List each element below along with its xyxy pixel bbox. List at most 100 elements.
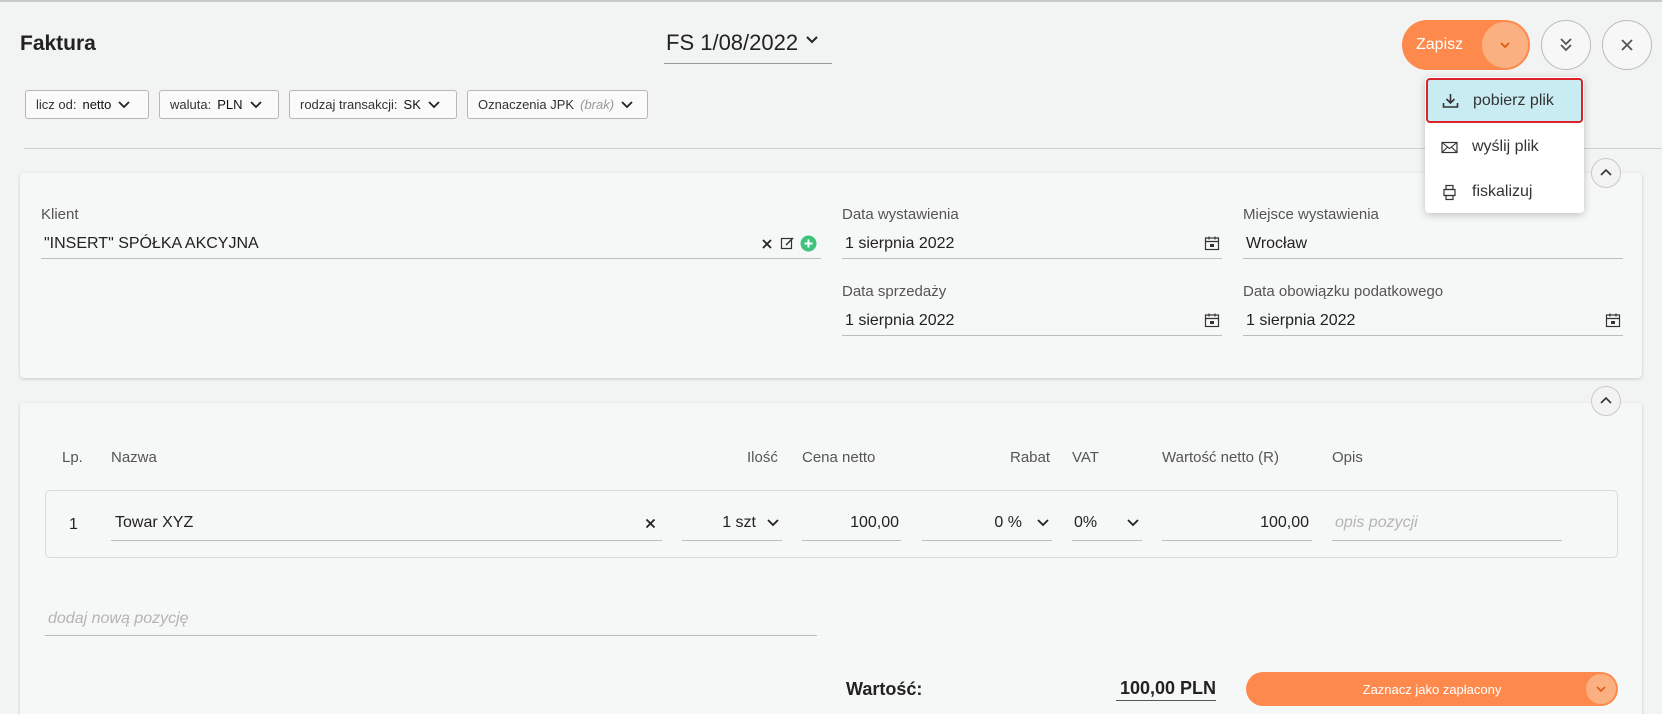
sale-date-label: Data sprzedaży <box>842 283 947 300</box>
issue-date-label: Data wystawienia <box>842 206 959 223</box>
filter-label: waluta: <box>170 97 212 112</box>
add-position-input[interactable]: dodaj nową pozycję <box>45 602 817 636</box>
vat-select[interactable]: 0% <box>1072 505 1142 541</box>
total-value: 100,00 PLN <box>1116 678 1216 701</box>
sale-date-field[interactable]: 1 sierpnia 2022 <box>842 306 1222 336</box>
calendar-icon[interactable] <box>1605 312 1621 328</box>
item-name-value: Towar XYZ <box>115 513 194 531</box>
tax-date-field[interactable]: 1 sierpnia 2022 <box>1243 306 1623 336</box>
quantity-unit-select[interactable]: 1 szt <box>682 505 782 541</box>
col-header-net-value: Wartość netto (R) <box>1162 449 1279 466</box>
col-header-lp: Lp. <box>62 449 83 466</box>
chevron-down-icon <box>806 36 818 44</box>
menu-item-label: wyślij plik <box>1472 138 1539 155</box>
client-label: Klient <box>41 206 79 223</box>
discount-value: 0 % <box>994 513 1022 531</box>
chevron-down-icon <box>621 100 633 108</box>
chevron-down-icon <box>1127 519 1139 527</box>
issue-place-label: Miejsce wystawienia <box>1243 206 1379 223</box>
mark-as-paid-options-toggle[interactable] <box>1586 674 1616 704</box>
filter-value: SK <box>403 97 421 112</box>
filter-calc-from[interactable]: licz od: netto <box>25 90 149 119</box>
col-header-vat: VAT <box>1072 449 1099 466</box>
save-button-label: Zapisz <box>1416 36 1464 53</box>
filter-label: Oznaczenia JPK <box>478 97 575 112</box>
download-icon <box>1442 94 1459 108</box>
mark-as-paid-button[interactable]: Zaznacz jako zapłacony <box>1246 672 1618 706</box>
menu-item-label: pobierz plik <box>1473 91 1554 109</box>
chevron-down-icon <box>1500 42 1510 49</box>
filter-value: PLN <box>217 97 243 112</box>
add-position-placeholder: dodaj nową pozycję <box>48 609 189 627</box>
col-header-price: Cena netto <box>802 449 876 466</box>
header-divider <box>24 148 1662 149</box>
menu-item-send-file[interactable]: wyślij plik <box>1425 126 1584 168</box>
calendar-icon[interactable] <box>1204 312 1220 328</box>
menu-item-label: fiskalizuj <box>1472 183 1533 200</box>
discount-select[interactable]: 0 % <box>922 505 1052 541</box>
sale-date-value: 1 sierpnia 2022 <box>845 311 955 329</box>
row-number: 1 <box>69 516 78 533</box>
filter-currency[interactable]: waluta: PLN <box>159 90 279 119</box>
save-options-menu: pobierz plik wyślij plik fiskalizuj <box>1425 77 1584 213</box>
client-dates-card <box>20 173 1642 378</box>
chevron-up-icon <box>1600 396 1612 404</box>
chevron-down-icon <box>1037 519 1049 527</box>
chevron-down-icon <box>118 100 131 108</box>
top-border <box>0 0 1662 2</box>
net-value-value: 100,00 <box>1260 513 1309 531</box>
close-icon <box>1621 39 1633 51</box>
envelope-icon <box>1441 141 1458 153</box>
col-header-description: Opis <box>1332 449 1363 466</box>
collapse-section-button[interactable] <box>1591 158 1621 188</box>
tax-date-value: 1 sierpnia 2022 <box>1246 311 1356 329</box>
page-title: Faktura <box>20 32 96 55</box>
filter-transaction-type[interactable]: rodzaj transakcji: SK <box>289 90 457 119</box>
menu-item-download-file[interactable]: pobierz plik <box>1426 78 1583 123</box>
document-number-select[interactable]: FS 1/08/2022 <box>664 30 832 64</box>
issue-date-value: 1 sierpnia 2022 <box>845 234 955 252</box>
filter-jpk-markings[interactable]: Oznaczenia JPK (brak) <box>467 90 648 119</box>
save-options-toggle[interactable] <box>1482 22 1528 68</box>
tax-date-label: Data obowiązku podatkowego <box>1243 283 1444 300</box>
double-chevron-down-icon <box>1560 38 1572 52</box>
printer-icon <box>1443 184 1456 200</box>
filter-label: licz od: <box>36 97 77 112</box>
chevron-down-icon <box>1596 686 1606 693</box>
net-price-value: 100,00 <box>850 513 899 531</box>
description-placeholder: opis pozycji <box>1335 513 1418 531</box>
close-button[interactable] <box>1602 20 1652 70</box>
chevron-up-icon <box>1600 168 1612 176</box>
filter-value: (brak) <box>580 97 615 112</box>
mark-as-paid-label: Zaznacz jako zapłacony <box>1362 681 1502 697</box>
item-description-input[interactable]: opis pozycji <box>1332 505 1562 541</box>
item-name-field[interactable]: Towar XYZ <box>111 505 662 541</box>
expand-all-button[interactable] <box>1541 20 1591 70</box>
client-value: "INSERT" SPÓŁKA AKCYJNA <box>44 234 259 252</box>
add-client-icon[interactable] <box>800 235 817 252</box>
col-header-discount: Rabat <box>1010 449 1051 466</box>
chevron-down-icon <box>428 100 440 108</box>
col-header-qty: Ilość <box>747 449 778 466</box>
col-header-name: Nazwa <box>111 449 157 466</box>
document-number-value: FS 1/08/2022 <box>666 30 799 55</box>
issue-place-field[interactable]: Wrocław <box>1243 229 1623 259</box>
quantity-value: 1 szt <box>722 513 756 531</box>
menu-item-fiscalize[interactable]: fiskalizuj <box>1425 171 1584 213</box>
filter-value: netto <box>82 97 112 112</box>
issue-place-value: Wrocław <box>1246 234 1308 252</box>
clear-icon[interactable] <box>761 238 773 250</box>
chevron-down-icon <box>767 519 779 527</box>
issue-date-field[interactable]: 1 sierpnia 2022 <box>842 229 1222 259</box>
collapse-section-button[interactable] <box>1591 386 1621 416</box>
net-value-field[interactable]: 100,00 <box>1162 505 1312 541</box>
edit-icon[interactable] <box>780 236 795 251</box>
filter-label: rodzaj transakcji: <box>300 97 398 112</box>
chevron-down-icon <box>249 100 262 108</box>
net-price-field[interactable]: 100,00 <box>802 505 901 541</box>
calendar-icon[interactable] <box>1204 235 1220 251</box>
clear-icon[interactable] <box>645 518 656 529</box>
total-label: Wartość: <box>846 679 923 699</box>
vat-value: 0% <box>1074 513 1098 531</box>
client-field[interactable]: "INSERT" SPÓŁKA AKCYJNA <box>41 229 821 259</box>
